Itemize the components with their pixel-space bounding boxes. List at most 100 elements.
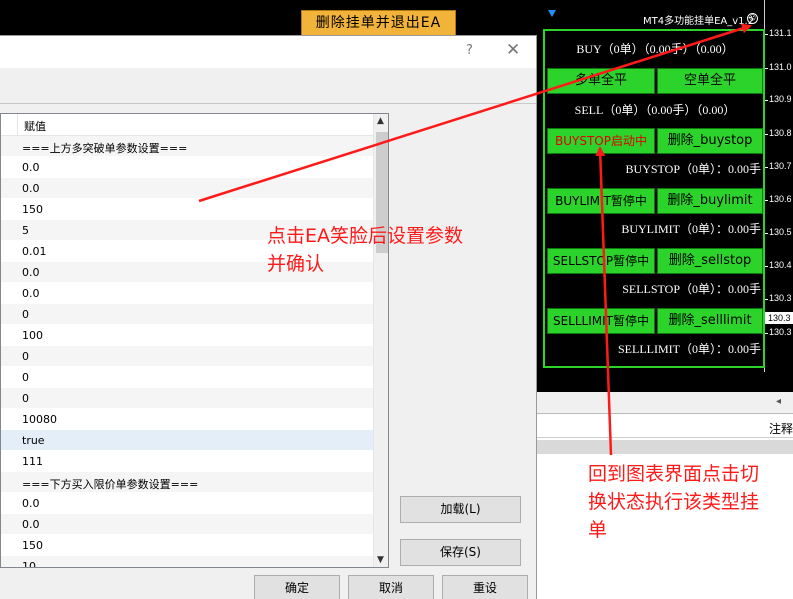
column-separator[interactable] <box>17 114 18 136</box>
value-column-header[interactable]: 赋值 <box>24 118 46 134</box>
close-icon[interactable]: ✕ <box>506 40 520 60</box>
price-tick: 130.3 <box>765 327 792 337</box>
annotation-line: 单 <box>588 519 608 541</box>
ea-control-panel: BUY（0单）（0.00手）（0.00） 多单全平 空单全平 SELL（0单）（… <box>543 29 765 368</box>
price-tick: 130.9 <box>765 94 792 104</box>
dialog-tab-strip <box>0 68 536 104</box>
price-tick: 130.8 <box>765 128 792 138</box>
annotation-line: 并确认 <box>267 253 325 275</box>
annotation-line: 点击EA笑脸后设置参数 <box>267 225 464 247</box>
cancel-button[interactable]: 取消 <box>348 575 434 599</box>
price-tick: 130.5 <box>765 227 792 237</box>
parameters-table[interactable]: 赋值 ===上方多突破单参数设置=== 0.0 0.0 150 5 0.01 0… <box>0 113 389 568</box>
selllimit-status: SELLLIMIT（0单）：0.00手 <box>618 342 761 356</box>
delete-selllimit-button[interactable]: 删除_selllimit <box>657 308 763 334</box>
load-button[interactable]: 加载(L) <box>400 496 521 523</box>
table-row[interactable]: 150 <box>1 535 373 556</box>
annotation-settings: 点击EA笑脸后设置参数 并确认 <box>267 222 463 278</box>
table-row[interactable]: 0.0 <box>1 283 373 304</box>
ok-button[interactable]: 确定 <box>254 575 340 599</box>
table-row-selected[interactable]: true <box>1 430 373 451</box>
table-row[interactable]: ===上方多突破单参数设置=== <box>1 136 373 157</box>
table-row[interactable]: 0.0 <box>1 157 373 178</box>
selllimit-toggle-button[interactable]: SELLLIMIT暂停中 <box>547 308 655 334</box>
sellstop-toggle-button[interactable]: SELLSTOP暂停中 <box>547 248 655 274</box>
current-price-label: 130.3 <box>765 312 793 324</box>
sellstop-status: SELLSTOP（0单）：0.00手 <box>622 282 761 296</box>
table-row[interactable]: 0 <box>1 304 373 325</box>
parameter-value: 0 <box>22 371 29 384</box>
annotation-line: 换状态执行该类型挂 <box>588 491 760 513</box>
sell-status: SELL（0单）（0.00手）（0.00） <box>574 103 736 117</box>
parameter-value: 150 <box>22 539 43 552</box>
table-row[interactable]: 150 <box>1 199 373 220</box>
parameter-value: 0.0 <box>22 266 40 279</box>
price-tick: 130.6 <box>765 194 792 204</box>
table-row[interactable]: 0 <box>1 388 373 409</box>
buystop-toggle-button[interactable]: BUYSTOP启动中 <box>547 128 655 154</box>
parameter-value: 0.0 <box>22 287 40 300</box>
scroll-up-icon[interactable]: ▲ <box>377 116 384 126</box>
table-row[interactable]: 0.0 <box>1 493 373 514</box>
buy-status: BUY（0单）（0.00手）（0.00） <box>576 42 734 56</box>
parameter-rows: ===上方多突破单参数设置=== 0.0 0.0 150 5 0.01 0.0 … <box>1 136 373 568</box>
table-row[interactable]: 0 <box>1 346 373 367</box>
parameter-value: ===下方买入限价单参数设置=== <box>22 478 199 491</box>
parameter-value: 0 <box>22 350 29 363</box>
delete-orders-exit-ea-button[interactable]: 删除挂单并退出EA <box>301 10 456 37</box>
table-row[interactable]: 0.0 <box>1 178 373 199</box>
horizontal-scrollbar[interactable]: ◂ <box>537 392 793 414</box>
scroll-left-icon[interactable]: ◂ <box>776 396 781 407</box>
table-header: 赋值 <box>1 114 373 136</box>
parameter-value: 0.01 <box>22 245 47 258</box>
table-row[interactable]: 100 <box>1 325 373 346</box>
buylimit-status: BUYLIMIT（0单）：0.00手 <box>621 222 761 236</box>
terminal-header: 注释 <box>537 418 793 438</box>
chart-marker-icon <box>548 10 556 17</box>
table-row[interactable]: 0 <box>1 367 373 388</box>
annotation-switch: 回到图表界面点击切 换状态执行该类型挂 单 <box>588 460 788 544</box>
terminal-row <box>537 440 793 454</box>
price-tick: 130.3 <box>765 293 792 303</box>
parameter-value: true <box>22 434 45 447</box>
delete-sellstop-button[interactable]: 删除_sellstop <box>657 248 763 274</box>
price-tick: 130.7 <box>765 161 792 171</box>
price-tick: 130.4 <box>765 260 792 270</box>
delete-buylimit-button[interactable]: 删除_buylimit <box>657 188 763 214</box>
parameter-value: 100 <box>22 329 43 342</box>
reset-button[interactable]: 重设 <box>442 575 528 599</box>
parameter-value: 10 <box>22 560 36 568</box>
table-row[interactable]: 0.0 <box>1 514 373 535</box>
parameter-value: 5 <box>22 224 29 237</box>
table-row[interactable]: ===下方买入限价单参数设置=== <box>1 472 373 493</box>
vertical-scrollbar[interactable]: ▲ ▼ <box>373 114 388 567</box>
annotation-line: 回到图表界面点击切 <box>588 463 760 485</box>
ea-title: MT4多功能挂单EA_v1.2 <box>643 16 755 27</box>
table-row[interactable]: 10 <box>1 556 373 568</box>
smiley-icon[interactable]: ☺ <box>747 13 758 24</box>
parameter-value: 0 <box>22 392 29 405</box>
parameter-value: 0.0 <box>22 518 40 531</box>
buystop-status: BUYSTOP（0单）：0.00手 <box>625 162 761 176</box>
price-tick: 131.0 <box>765 62 792 72</box>
parameter-value: 10080 <box>22 413 57 426</box>
parameter-value: ===上方多突破单参数设置=== <box>22 142 188 155</box>
parameter-value: 150 <box>22 203 43 216</box>
parameter-value: 111 <box>22 455 43 468</box>
parameter-value: 0.0 <box>22 182 40 195</box>
price-tick: 131.1 <box>765 28 792 38</box>
save-button[interactable]: 保存(S) <box>400 539 521 566</box>
buylimit-toggle-button[interactable]: BUYLIMIT暂停中 <box>547 188 655 214</box>
table-row[interactable]: 111 <box>1 451 373 472</box>
table-row[interactable]: 10080 <box>1 409 373 430</box>
dialog-titlebar[interactable]: ? ✕ <box>0 36 536 68</box>
close-all-short-button[interactable]: 空单全平 <box>657 68 763 94</box>
close-all-long-button[interactable]: 多单全平 <box>547 68 655 94</box>
delete-buystop-button[interactable]: 删除_buystop <box>657 128 763 154</box>
help-icon[interactable]: ? <box>466 43 473 58</box>
parameter-value: 0 <box>22 308 29 321</box>
comment-column-header[interactable]: 注释 <box>769 420 793 437</box>
scroll-down-icon[interactable]: ▼ <box>377 555 384 565</box>
ea-properties-dialog: ? ✕ 赋值 ===上方多突破单参数设置=== 0.0 0.0 150 5 0.… <box>0 35 537 599</box>
parameter-value: 0.0 <box>22 497 40 510</box>
